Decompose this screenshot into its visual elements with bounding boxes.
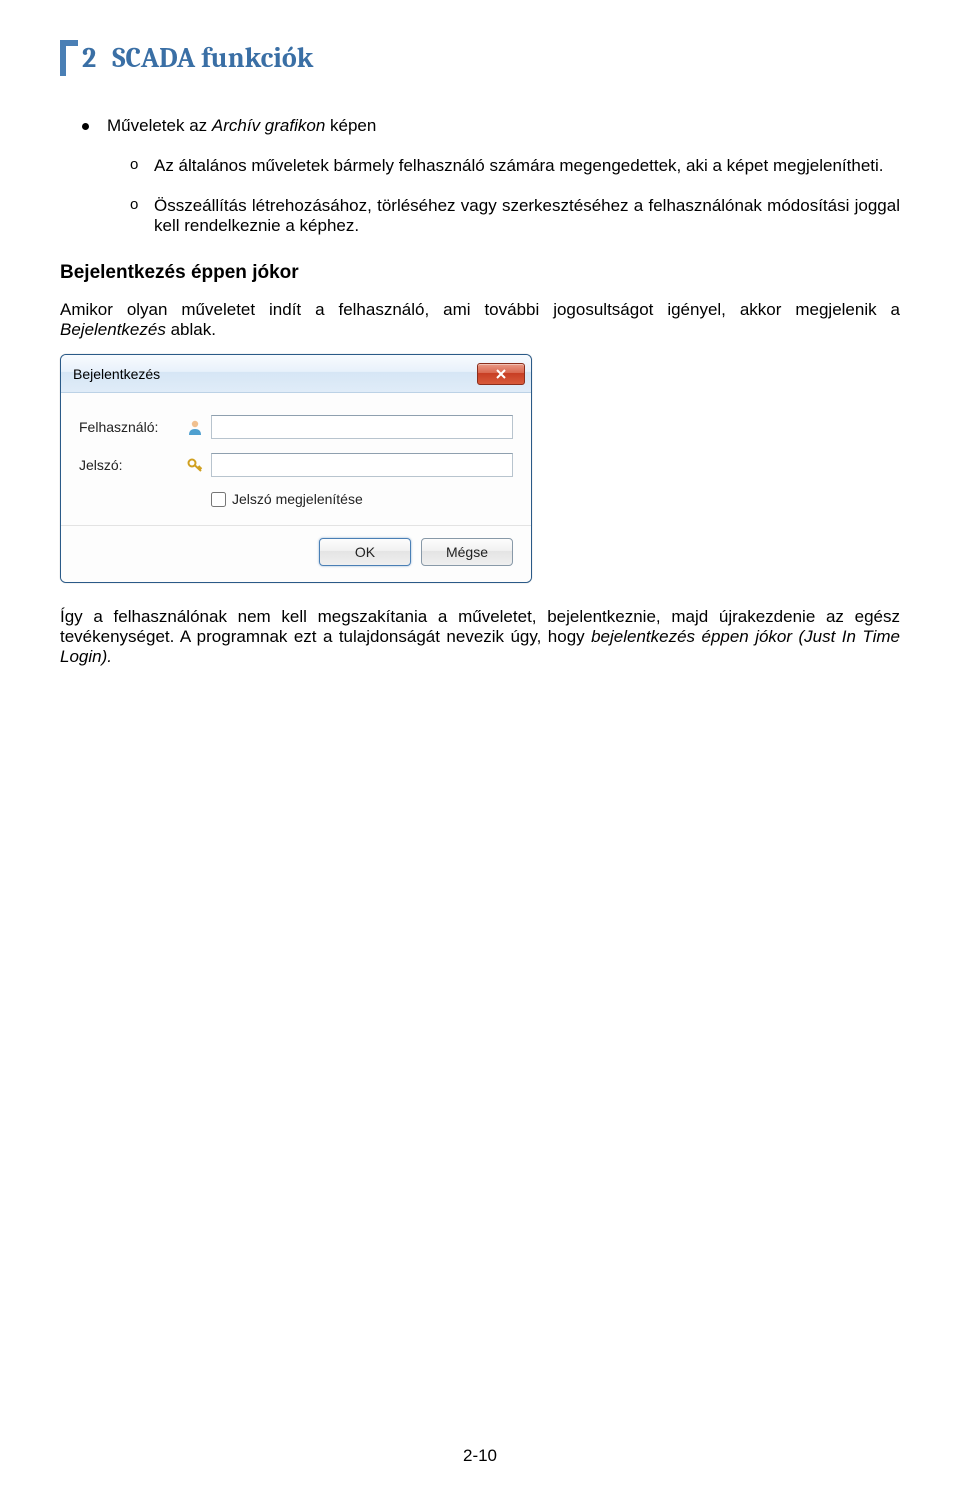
chapter-title: SCADA funkciók <box>112 42 313 74</box>
sub-marker: o <box>130 156 154 176</box>
password-input[interactable] <box>211 453 513 477</box>
password-label: Jelszó: <box>79 457 185 473</box>
username-row: Felhasználó: <box>79 415 513 439</box>
show-password-row: Jelszó megjelenítése <box>211 491 513 507</box>
header-ornament <box>60 40 78 76</box>
bullet-item: Műveletek az Archív grafikon képen <box>82 116 900 136</box>
para1-italic: Bejelentkezés <box>60 320 166 339</box>
cancel-button-label: Mégse <box>446 544 488 560</box>
key-icon <box>185 456 205 474</box>
password-row: Jelszó: <box>79 453 513 477</box>
para1-suffix: ablak. <box>166 320 216 339</box>
dialog-button-row: OK Mégse <box>79 538 513 572</box>
sub-item-text: Összeállítás létrehozásához, törléséhez … <box>154 196 900 236</box>
paragraph: Így a felhasználónak nem kell megszakíta… <box>60 607 900 667</box>
ok-button-label: OK <box>355 544 375 560</box>
username-label: Felhasználó: <box>79 419 185 435</box>
bullet-dot <box>82 123 89 130</box>
dialog-body: Felhasználó: Jelszó: <box>61 393 531 582</box>
bullet-label: Műveletek az Archív grafikon képen <box>107 116 376 136</box>
login-dialog-figure: Bejelentkezés Felhasználó: <box>60 354 532 583</box>
username-input[interactable] <box>211 415 513 439</box>
login-dialog: Bejelentkezés Felhasználó: <box>60 354 532 583</box>
section-heading: Bejelentkezés éppen jókor <box>60 262 900 284</box>
dialog-titlebar: Bejelentkezés <box>61 355 531 393</box>
dialog-title: Bejelentkezés <box>73 366 160 382</box>
paragraph: Amikor olyan műveletet indít a felhaszná… <box>60 300 900 340</box>
sub-list: o Az általános műveletek bármely felhasz… <box>130 156 900 236</box>
para1-prefix: Amikor olyan műveletet indít a felhaszná… <box>60 300 900 319</box>
sub-item-text: Az általános műveletek bármely felhaszná… <box>154 156 884 176</box>
page-number: 2-10 <box>0 1446 960 1466</box>
user-icon <box>185 418 205 436</box>
bullet-text-prefix: Műveletek az <box>107 116 212 135</box>
show-password-label: Jelszó megjelenítése <box>232 491 363 507</box>
dialog-divider <box>61 525 531 526</box>
bullet-text-italic: Archív grafikon <box>212 116 325 135</box>
sub-item: o Összeállítás létrehozásához, törléséhe… <box>130 196 900 236</box>
ok-button[interactable]: OK <box>319 538 411 566</box>
chapter-header: 2 SCADA funkciók <box>60 40 900 76</box>
sub-item: o Az általános műveletek bármely felhasz… <box>130 156 900 176</box>
bullet-text-suffix: képen <box>325 116 376 135</box>
close-icon <box>495 368 507 380</box>
cancel-button[interactable]: Mégse <box>421 538 513 566</box>
show-password-checkbox[interactable] <box>211 492 226 507</box>
sub-marker: o <box>130 196 154 236</box>
chapter-number: 2 <box>82 42 96 74</box>
close-button[interactable] <box>477 363 525 385</box>
